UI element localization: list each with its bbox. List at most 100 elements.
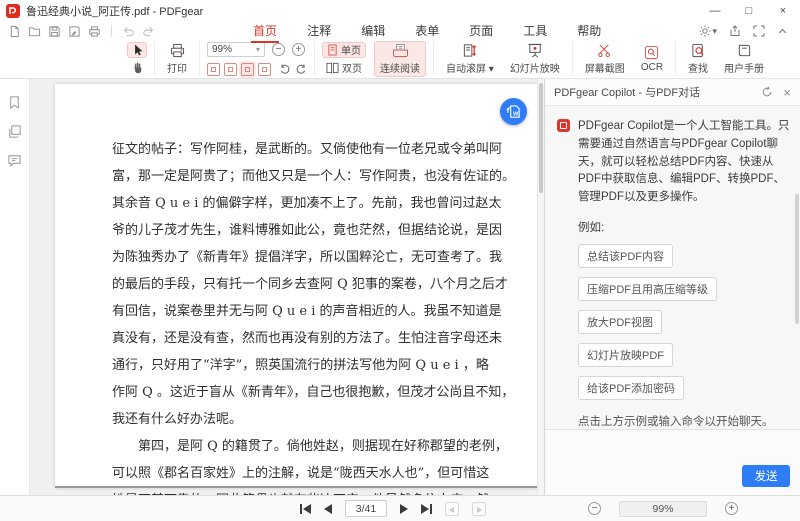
group-help: 查找 用户手册 bbox=[676, 41, 776, 76]
tab-annotate[interactable]: 注释 bbox=[305, 21, 333, 41]
comments-panel-icon[interactable] bbox=[7, 153, 22, 168]
actual-size-button[interactable] bbox=[207, 63, 220, 76]
previous-view-button[interactable] bbox=[445, 502, 459, 516]
convert-to-word-button[interactable]: W bbox=[500, 98, 527, 125]
page-number-input[interactable]: 3/41 bbox=[345, 500, 387, 517]
single-page-button[interactable]: 单页 bbox=[322, 42, 366, 58]
rotate-right-icon[interactable] bbox=[295, 63, 307, 75]
fit-height-button[interactable] bbox=[258, 63, 271, 76]
new-file-icon[interactable] bbox=[8, 25, 21, 38]
scrollbar-thumb[interactable] bbox=[539, 83, 543, 193]
user-manual-button[interactable]: 用户手册 bbox=[719, 42, 769, 76]
example-compress-button[interactable]: 压缩PDF且用高压缩等级 bbox=[578, 277, 717, 301]
restart-chat-icon[interactable] bbox=[761, 86, 773, 98]
close-button[interactable]: × bbox=[766, 0, 800, 22]
examples-label: 例如: bbox=[578, 219, 790, 235]
share-icon[interactable] bbox=[729, 25, 741, 37]
zoom-level-dropdown[interactable]: 99% ▾ bbox=[207, 42, 265, 57]
group-zoom: 99% ▾ − + bbox=[200, 41, 315, 76]
fit-page-button[interactable] bbox=[224, 63, 237, 76]
doc-text-line: 有回信，说案卷里并无与阿 Q u e i 的声音相近的人。我虽不知道是 bbox=[112, 298, 519, 325]
document-scrollbar[interactable] bbox=[537, 79, 544, 495]
group-select bbox=[120, 41, 155, 76]
pdfgear-logo-icon bbox=[6, 4, 20, 18]
svg-text:W: W bbox=[513, 111, 519, 117]
tab-page[interactable]: 页面 bbox=[467, 21, 495, 41]
copilot-header: PDFgear Copilot - 与PDF对话 × bbox=[545, 79, 800, 106]
find-button[interactable]: 查找 bbox=[683, 42, 713, 76]
save-as-icon[interactable] bbox=[68, 25, 81, 38]
pdfgear-window: 鲁迅经典小说_阿正传.pdf - PDFgear — □ × bbox=[0, 0, 800, 521]
zoom-in-button[interactable]: + bbox=[292, 43, 305, 56]
fullscreen-icon[interactable] bbox=[753, 25, 765, 37]
save-icon[interactable] bbox=[48, 25, 61, 38]
copilot-title: PDFgear Copilot - 与PDF对话 bbox=[554, 84, 700, 100]
caret-down-icon: ▾ bbox=[256, 45, 260, 54]
left-sidebar bbox=[0, 79, 30, 495]
doc-text-line: 的最后的手段，只有托一个同乡去查阿 Q 犯事的案卷，八个月之后才 bbox=[112, 271, 519, 298]
doc-text-line: 通行，只好用了“洋字”，照英国流行的拼法写他为阿 Q u e i ，略 bbox=[112, 352, 519, 379]
undo-icon[interactable] bbox=[122, 25, 135, 38]
group-page-layout: 单页 双页 连续阅读 bbox=[315, 41, 434, 76]
first-page-button[interactable] bbox=[300, 504, 311, 514]
next-page-button[interactable] bbox=[400, 504, 408, 514]
example-password-button[interactable]: 给该PDF添加密码 bbox=[578, 376, 684, 400]
example-summarize-button[interactable]: 总结该PDF内容 bbox=[578, 244, 673, 268]
fit-width-button[interactable] bbox=[241, 63, 254, 76]
quick-access-toolbar bbox=[8, 25, 155, 38]
next-view-button[interactable] bbox=[472, 502, 486, 516]
window-title: 鲁迅经典小说_阿正传.pdf - PDFgear bbox=[26, 3, 203, 19]
tab-home[interactable]: 首页 bbox=[251, 21, 279, 41]
ribbon-toolbar: 打印 99% ▾ − + bbox=[0, 40, 800, 79]
last-page-button[interactable] bbox=[421, 504, 432, 514]
screenshot-button[interactable]: 屏幕截图 bbox=[580, 42, 630, 76]
example-slideshow-button[interactable]: 幻灯片放映PDF bbox=[578, 343, 673, 367]
zoom-out-button[interactable]: − bbox=[272, 43, 285, 56]
redo-icon[interactable] bbox=[142, 25, 155, 38]
zoom-controls: − 99% + bbox=[588, 496, 738, 521]
double-page-button[interactable]: 双页 bbox=[322, 60, 366, 76]
status-zoom-level[interactable]: 99% bbox=[619, 501, 707, 517]
ocr-button[interactable]: OCR bbox=[636, 44, 668, 74]
maximize-button[interactable]: □ bbox=[732, 0, 766, 22]
bookmarks-panel-icon[interactable] bbox=[7, 95, 22, 110]
copilot-chat-area: PDFgear Copilot是一个人工智能工具。只需要通过自然语言与PDFge… bbox=[545, 106, 800, 429]
continuous-reading-button[interactable]: 连续阅读 bbox=[374, 41, 426, 77]
tab-edit[interactable]: 编辑 bbox=[359, 21, 387, 41]
copilot-panel: PDFgear Copilot - 与PDF对话 × PDFgear Copil… bbox=[544, 79, 800, 495]
collapse-ribbon-icon[interactable] bbox=[777, 26, 788, 37]
status-zoom-out-button[interactable]: − bbox=[588, 502, 601, 515]
scrollbar-thumb[interactable] bbox=[795, 194, 799, 324]
status-bar: 3/41 − 99% + bbox=[0, 495, 800, 521]
quick-print-icon[interactable] bbox=[88, 25, 101, 38]
doc-text-line: 爷的儿子茂才先生，谁料博雅如此公，竟也茫然，但据结论说，是因 bbox=[112, 217, 519, 244]
auto-scroll-button[interactable]: 自动滚屏 ▾ bbox=[441, 42, 499, 76]
tab-tools[interactable]: 工具 bbox=[521, 21, 549, 41]
menu-bar: 首页 注释 编辑 表单 页面 工具 帮助 ▾ bbox=[0, 22, 800, 40]
thumbnails-panel-icon[interactable] bbox=[7, 124, 22, 139]
select-tool-button[interactable] bbox=[127, 42, 147, 58]
open-file-icon[interactable] bbox=[28, 25, 41, 38]
doc-text-line: 富，那一定是阿贵了；而他又只是一个人：写作阿贵，也没有佐证的。 bbox=[112, 163, 519, 190]
minimize-button[interactable]: — bbox=[698, 0, 732, 22]
send-button[interactable]: 发送 bbox=[742, 465, 790, 487]
status-zoom-in-button[interactable]: + bbox=[725, 502, 738, 515]
previous-page-button[interactable] bbox=[324, 504, 332, 514]
divider bbox=[111, 25, 112, 37]
close-panel-icon[interactable]: × bbox=[783, 86, 791, 99]
doc-text-line: 第四，是阿 Q 的籍贯了。倘他姓赵，则据现在好称郡望的老例， bbox=[112, 433, 519, 460]
copilot-scrollbar[interactable] bbox=[794, 106, 800, 429]
tab-form[interactable]: 表单 bbox=[413, 21, 441, 41]
print-button[interactable]: 打印 bbox=[162, 42, 192, 76]
chat-input[interactable] bbox=[553, 436, 792, 465]
hand-tool-button[interactable] bbox=[127, 60, 147, 76]
theme-icon[interactable]: ▾ bbox=[699, 25, 717, 37]
tab-help[interactable]: 帮助 bbox=[575, 21, 603, 41]
slideshow-button[interactable]: 幻灯片放映 bbox=[505, 42, 565, 76]
example-zoom-button[interactable]: 放大PDF视图 bbox=[578, 310, 662, 334]
chat-hint-text: 点击上方示例或输入命令以开始聊天。 bbox=[578, 413, 790, 429]
doc-text-line: 其余音 Q u e i 的偏僻字样，更加凑不上了。先前，我也曾问过赵太 bbox=[112, 190, 519, 217]
document-area[interactable]: 征文的帖子：写作阿桂，是武断的。又倘使他有一位老兄或令弟叫阿 富，那一定是阿贵了… bbox=[30, 79, 544, 495]
menu-bar-right: ▾ bbox=[699, 25, 792, 37]
rotate-left-icon[interactable] bbox=[279, 63, 291, 75]
